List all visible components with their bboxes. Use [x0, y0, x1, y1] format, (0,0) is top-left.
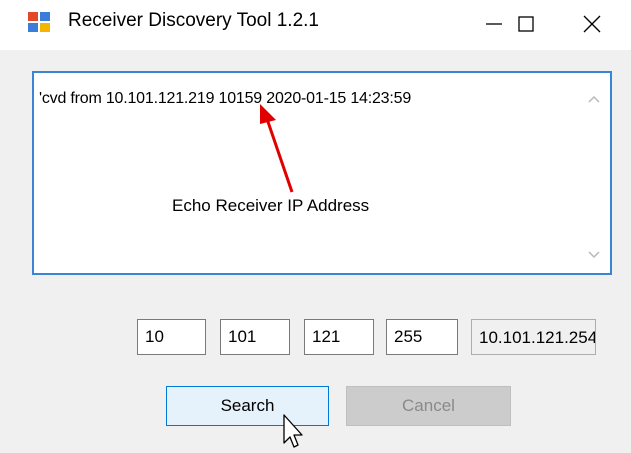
ip-octet-4-input[interactable] [386, 319, 458, 355]
output-textbox[interactable]: 'cvd from 10.101.121.219 10159 2020-01-1… [32, 71, 612, 275]
cancel-button[interactable]: Cancel [346, 386, 511, 426]
ip-octet-3-input[interactable] [304, 319, 374, 355]
close-button[interactable] [553, 0, 631, 48]
close-icon [583, 15, 601, 33]
app-icon [28, 12, 50, 32]
ip-octet-2-input[interactable] [220, 319, 290, 355]
window-title: Receiver Discovery Tool 1.2.1 [68, 10, 319, 31]
ip-range-display: 10.101.121.254 [471, 319, 596, 355]
cancel-button-label: Cancel [402, 396, 455, 415]
maximize-icon [518, 16, 534, 32]
output-line: 'cvd from 10.101.121.219 10159 2020-01-1… [39, 90, 412, 107]
search-button-label: Search [220, 396, 275, 415]
ip-octet-1-input[interactable] [137, 319, 206, 355]
scroll-down-icon[interactable] [587, 249, 601, 261]
mouse-pointer-icon [283, 414, 303, 448]
annotation-label: Echo Receiver IP Address [172, 196, 370, 215]
annotation-arrow [260, 104, 294, 193]
title-bar[interactable]: Receiver Discovery Tool 1.2.1 [0, 0, 631, 50]
scroll-up-icon[interactable] [587, 93, 601, 105]
